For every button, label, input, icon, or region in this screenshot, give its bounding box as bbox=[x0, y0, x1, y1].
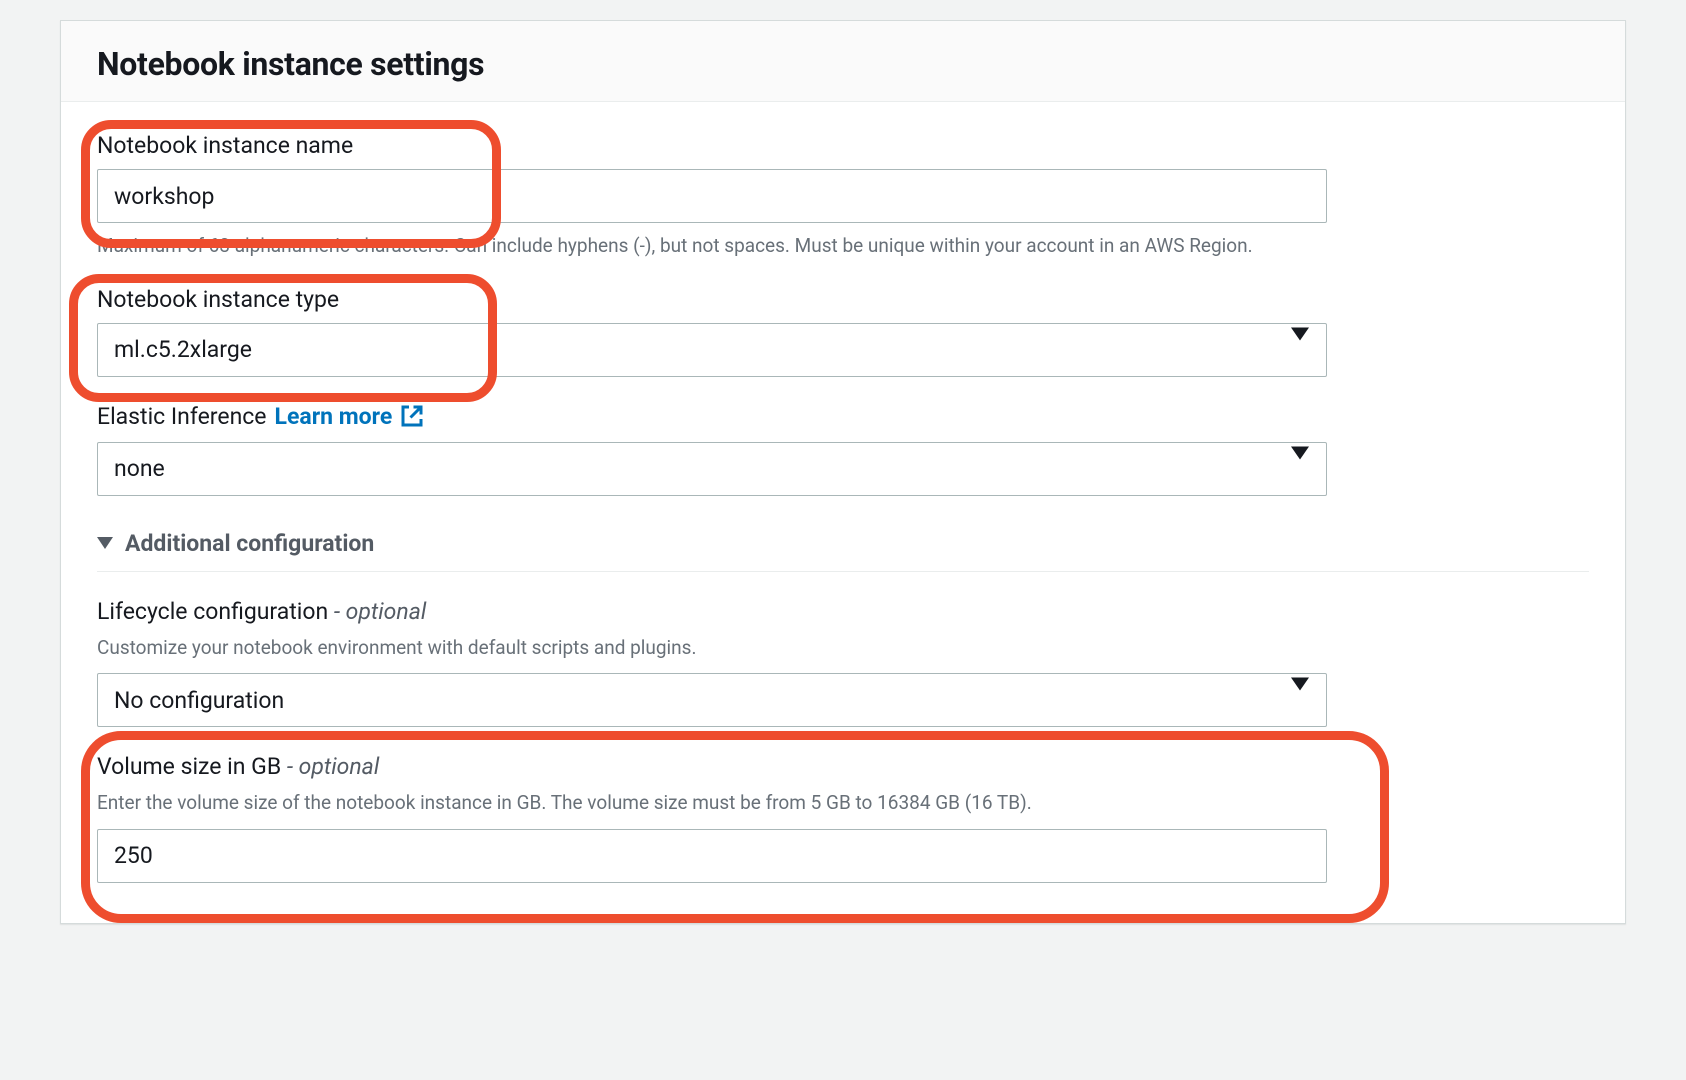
settings-panel: Notebook instance settings Notebook inst… bbox=[60, 20, 1626, 924]
additional-config-toggle[interactable]: Additional configuration bbox=[97, 522, 1589, 572]
field-lifecycle-config: Lifecycle configuration - optional Custo… bbox=[97, 598, 1589, 728]
lifecycle-config-select[interactable]: No configuration bbox=[97, 673, 1327, 727]
lifecycle-label-optional: - optional bbox=[328, 598, 426, 625]
instance-type-value: ml.c5.2xlarge bbox=[114, 336, 252, 363]
lifecycle-label-main: Lifecycle configuration bbox=[97, 598, 328, 625]
field-instance-type: Notebook instance type ml.c5.2xlarge bbox=[97, 286, 1589, 377]
lifecycle-hint: Customize your notebook environment with… bbox=[97, 635, 1589, 662]
volume-size-input[interactable] bbox=[97, 829, 1327, 883]
volume-size-hint: Enter the volume size of the notebook in… bbox=[97, 790, 1589, 817]
volume-size-label-main: Volume size in GB bbox=[97, 753, 281, 780]
panel-body: Notebook instance name Maximum of 63 alp… bbox=[61, 102, 1625, 923]
field-instance-name: Notebook instance name Maximum of 63 alp… bbox=[97, 132, 1589, 260]
instance-name-input[interactable] bbox=[97, 169, 1327, 223]
additional-config-label: Additional configuration bbox=[125, 530, 374, 557]
elastic-inference-label: Elastic Inference bbox=[97, 403, 267, 430]
learn-more-text: Learn more bbox=[275, 403, 393, 430]
instance-type-label: Notebook instance type bbox=[97, 286, 1589, 313]
instance-name-label: Notebook instance name bbox=[97, 132, 1589, 159]
external-link-icon bbox=[400, 404, 424, 428]
panel-header: Notebook instance settings bbox=[61, 21, 1625, 102]
field-volume-size: Volume size in GB - optional Enter the v… bbox=[97, 753, 1589, 883]
learn-more-link[interactable]: Learn more bbox=[275, 403, 393, 430]
panel-title: Notebook instance settings bbox=[97, 45, 1589, 83]
instance-type-select[interactable]: ml.c5.2xlarge bbox=[97, 323, 1327, 377]
elastic-inference-select[interactable]: none bbox=[97, 442, 1327, 496]
volume-size-label-optional: - optional bbox=[281, 753, 379, 780]
elastic-inference-value: none bbox=[114, 455, 165, 482]
lifecycle-config-value: No configuration bbox=[114, 687, 284, 714]
caret-down-icon bbox=[97, 537, 113, 549]
instance-name-hint: Maximum of 63 alphanumeric characters. C… bbox=[97, 233, 1589, 260]
volume-size-label: Volume size in GB - optional bbox=[97, 753, 1589, 780]
lifecycle-label: Lifecycle configuration - optional bbox=[97, 598, 1589, 625]
field-elastic-inference: Elastic Inference Learn more none bbox=[97, 403, 1589, 496]
